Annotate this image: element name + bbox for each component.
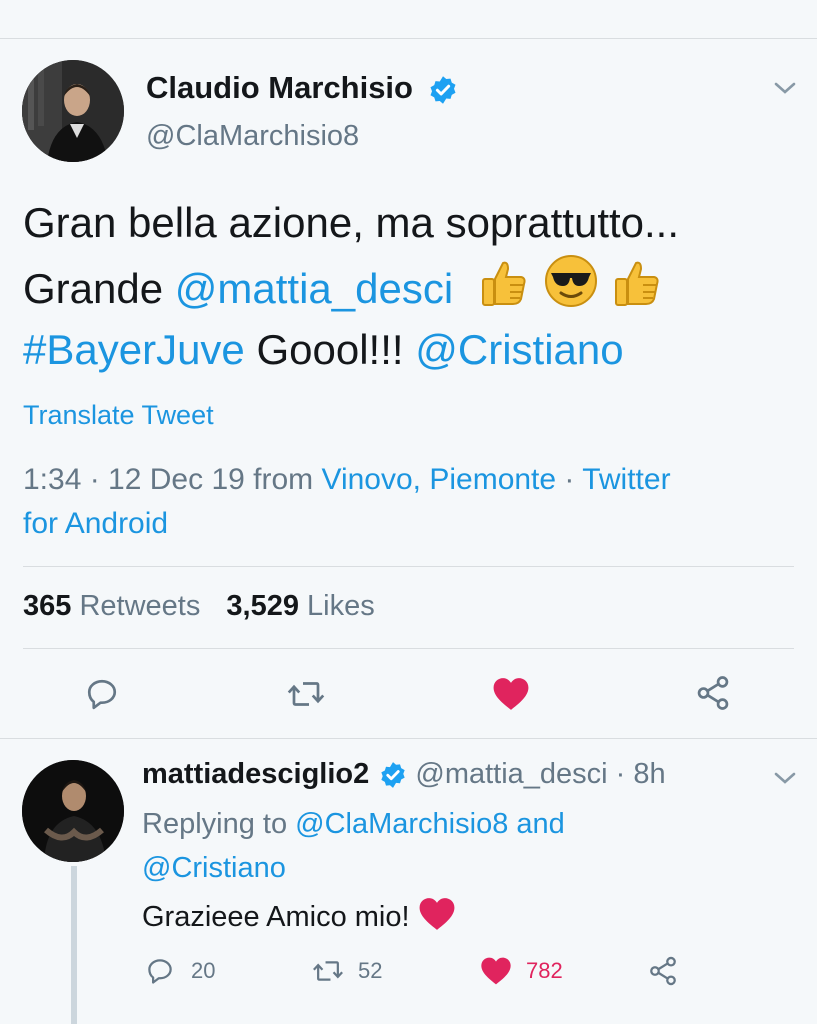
reply-heart-icon xyxy=(480,956,512,986)
chevron-down-icon[interactable] xyxy=(772,78,798,98)
reply-like-button[interactable]: 782 xyxy=(480,956,563,986)
reply-reply-button[interactable]: 20 xyxy=(145,956,215,986)
sunglasses-smiley-icon xyxy=(543,253,599,309)
tweet-text-line2: Grande @mattia_desci xyxy=(23,253,679,319)
stats-divider-bottom xyxy=(23,648,794,649)
author-handle[interactable]: @ClaMarchisio8 xyxy=(146,120,359,153)
reply-button[interactable] xyxy=(84,676,120,712)
tweet-divider xyxy=(0,738,817,739)
likes-label: Likes xyxy=(298,590,375,622)
reply-share-button[interactable] xyxy=(647,955,679,987)
share-icon xyxy=(694,674,732,712)
likes-stat[interactable]: 3,529 Likes xyxy=(226,590,374,622)
retweets-label: Retweets xyxy=(71,590,201,622)
reply-author-avatar[interactable] xyxy=(22,760,124,862)
red-heart-icon xyxy=(418,896,456,932)
replying-mention-2[interactable]: @Cristiano xyxy=(142,846,565,890)
reply-like-count: 782 xyxy=(526,958,563,983)
reply-author-display-name[interactable]: mattiadesciglio2 xyxy=(142,758,369,790)
replying-mention-1[interactable]: @ClaMarchisio8 xyxy=(295,808,508,840)
mention-link[interactable]: @mattia_desci xyxy=(175,265,453,312)
reply-chevron-down-icon[interactable] xyxy=(772,768,798,788)
tweet-location-link[interactable]: Vinovo, Piemonte xyxy=(321,463,556,496)
retweet-icon xyxy=(286,676,326,712)
thumbs-up-icon-2 xyxy=(610,255,664,309)
heart-icon xyxy=(492,676,530,712)
tweet-text-plain-3: l!!! xyxy=(359,326,416,373)
tweet-text: Gran bella azione, ma soprattutto... Gra… xyxy=(23,192,679,380)
meta-separator: · xyxy=(556,463,583,496)
replying-to: Replying to @ClaMarchisio8 and @Cristian… xyxy=(142,802,565,890)
reply-reply-count: 20 xyxy=(191,958,216,983)
tweet-stats: 365 Retweets 3,529 Likes xyxy=(23,590,375,623)
tweet-client-link-cont[interactable]: for Android xyxy=(23,502,671,546)
reply-header-row: mattiadesciglio2 @mattia_desci · 8h xyxy=(142,758,666,791)
tweet-client-link[interactable]: Twitter xyxy=(582,463,670,496)
top-divider xyxy=(0,38,817,39)
reply-author-handle[interactable]: @mattia_desci xyxy=(415,758,607,790)
likes-count: 3,529 xyxy=(226,590,299,622)
thread-line xyxy=(71,866,77,1024)
tweet-timestamp[interactable]: 1:34 · 12 Dec 19 from xyxy=(23,463,321,496)
reply-retweet-count: 52 xyxy=(358,958,383,983)
reply-text: Grazieee Amico mio! xyxy=(142,896,456,934)
hashtag-link[interactable]: #BayerJuve xyxy=(23,326,245,373)
replying-to-label: Replying to xyxy=(142,808,296,840)
author-display-name[interactable]: Claudio Marchisio xyxy=(146,70,413,105)
tweet-text-plain-2: Gooo xyxy=(244,326,360,373)
reply-icon xyxy=(84,676,120,712)
reply-text-content: Grazieee Amico mio! xyxy=(142,901,418,933)
tweet-meta: 1:34 · 12 Dec 19 from Vinovo, Piemonte ·… xyxy=(23,458,671,546)
reply-reply-icon xyxy=(145,956,175,986)
reply-share-icon xyxy=(647,955,679,987)
translate-tweet-link[interactable]: Translate Tweet xyxy=(23,400,214,431)
reply-age: · 8h xyxy=(607,758,666,790)
tweet-text-line3: #BayerJuve Goool!!! @Cristiano xyxy=(23,319,679,380)
tweet-text-plain: Grande xyxy=(23,265,175,312)
like-button[interactable] xyxy=(492,676,530,712)
thumbs-up-icon xyxy=(477,255,531,309)
verified-badge-icon xyxy=(428,75,458,105)
reply-retweet-icon xyxy=(312,956,344,986)
reply-verified-badge-icon xyxy=(379,761,407,789)
mention-link-2[interactable]: @Cristiano xyxy=(415,326,623,373)
author-avatar[interactable] xyxy=(22,60,124,162)
author-name-row[interactable]: Claudio Marchisio xyxy=(146,70,458,106)
replying-and: and xyxy=(508,808,565,840)
retweets-count: 365 xyxy=(23,590,72,622)
retweet-button[interactable] xyxy=(286,676,326,712)
retweets-stat[interactable]: 365 Retweets xyxy=(23,590,200,622)
share-button[interactable] xyxy=(694,674,732,712)
stats-divider-top xyxy=(23,566,794,567)
reply-retweet-button[interactable]: 52 xyxy=(312,956,382,986)
tweet-text-line1: Gran bella azione, ma soprattutto... xyxy=(23,199,680,246)
